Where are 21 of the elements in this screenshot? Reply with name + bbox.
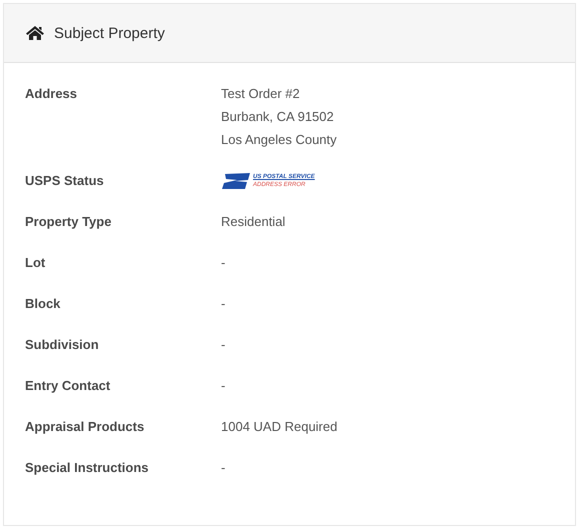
field-label: USPS Status	[25, 172, 105, 190]
field-label: Block	[25, 295, 62, 313]
field-value: -	[221, 459, 226, 477]
field-value: -	[221, 336, 226, 354]
field-label: Address	[25, 85, 78, 103]
address-line: Test Order #2	[221, 85, 301, 103]
field-value: -	[221, 254, 226, 272]
address-line: Burbank, CA 91502	[221, 108, 335, 126]
field-label: Special Instructions	[25, 459, 150, 477]
address-line: Los Angeles County	[221, 131, 337, 149]
field-label: Lot	[25, 254, 46, 272]
field-value: 1004 UAD Required	[221, 418, 338, 436]
field-label: Property Type	[25, 213, 112, 231]
panel-title: Subject Property	[54, 24, 165, 42]
field-value: -	[221, 377, 226, 395]
field-label: Subdivision	[25, 336, 100, 354]
field-value: Residential	[221, 213, 286, 231]
field-label: Entry Contact	[25, 377, 112, 395]
home-icon	[26, 26, 44, 40]
field-value: -	[221, 295, 226, 313]
field-label: Appraisal Products	[25, 418, 146, 436]
